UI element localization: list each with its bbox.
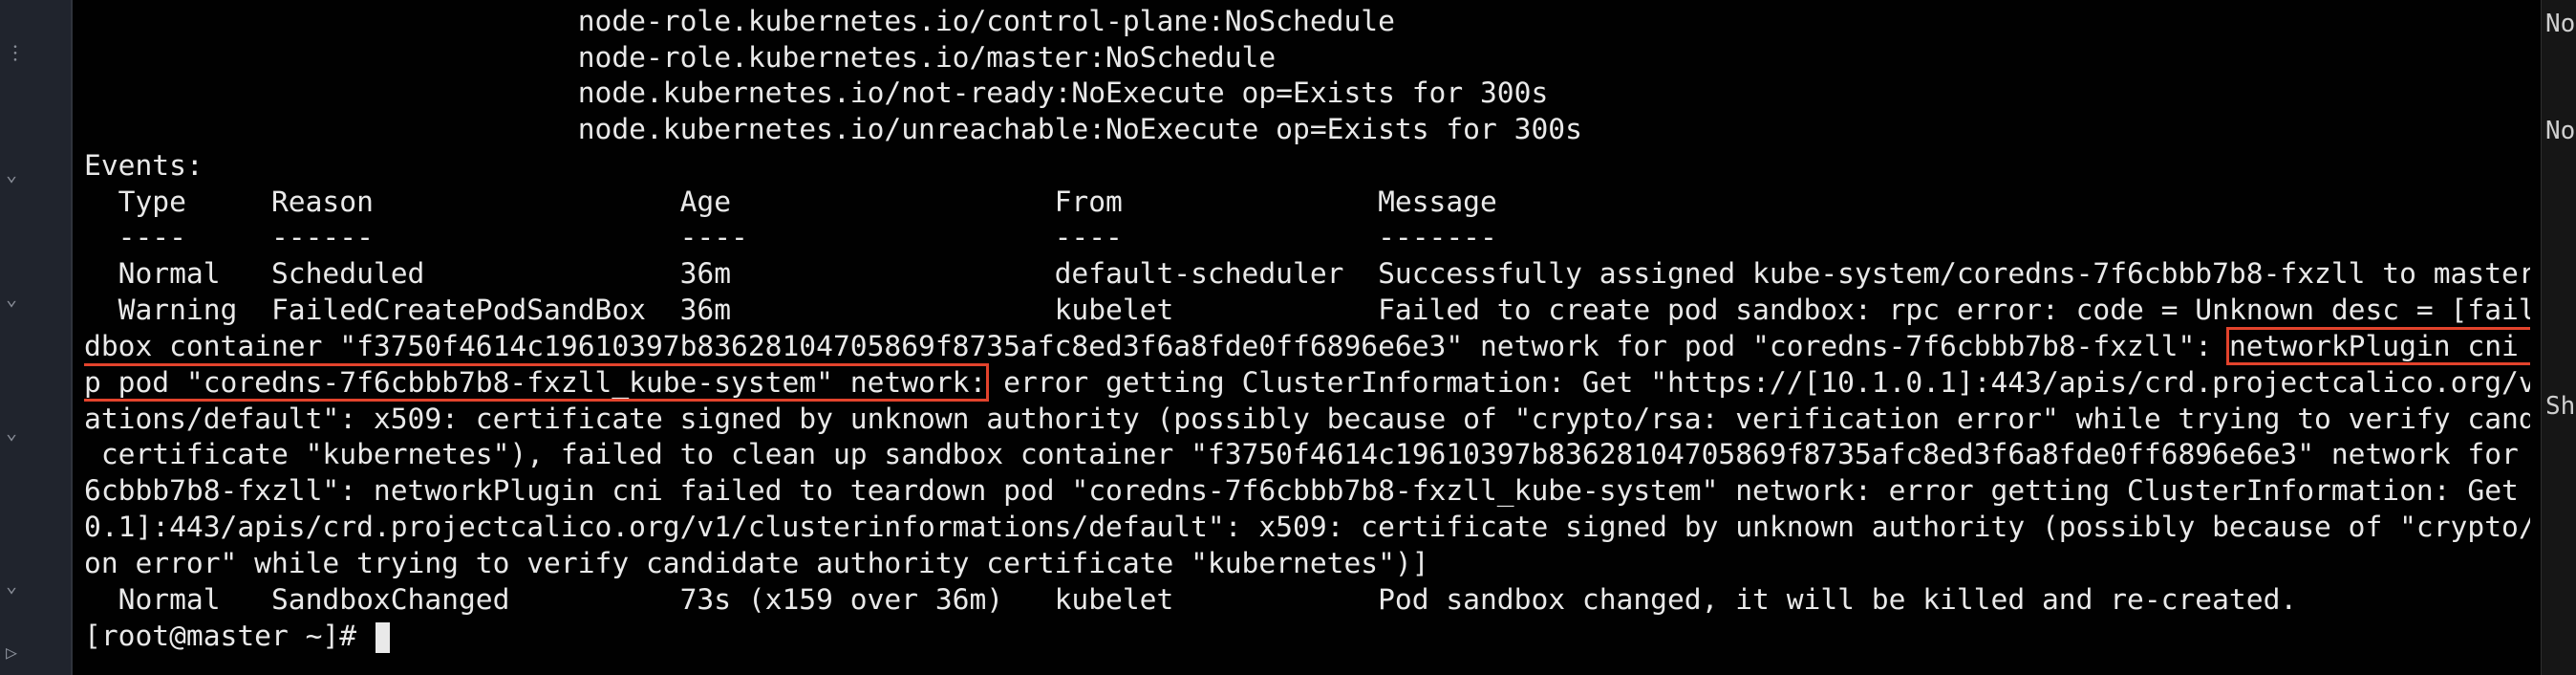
sidebar-glyph-icon: ︙ <box>6 42 25 65</box>
sidebar-glyph-icon: ⌄ <box>6 574 18 597</box>
right-adjacent-pane: No No Sh <box>2541 0 2576 675</box>
taint-line: node-role.kubernetes.io/master:NoSchedul… <box>84 41 1277 74</box>
events-header: Type Reason Age From Message <box>84 185 1497 218</box>
sidebar-glyph-icon: ⌄ <box>6 163 18 185</box>
event-message-wrap: dbox container "f3750f4614c19610397b8362… <box>84 327 2530 365</box>
taint-line: node.kubernetes.io/unreachable:NoExecute… <box>84 113 1582 145</box>
highlight-box: networkPlugin cni failed to set u <box>2225 327 2530 365</box>
event-message-wrap: on error" while trying to verify candida… <box>84 547 1429 579</box>
cursor <box>375 621 390 653</box>
terminal-output[interactable]: node-role.kubernetes.io/control-plane:No… <box>84 0 2530 675</box>
event-message-wrap: ations/default": x509: certificate signe… <box>84 403 2530 435</box>
highlight-box: p pod "coredns-7f6cbbb7b8-fxzll_kube-sys… <box>84 363 990 402</box>
taint-line: node.kubernetes.io/not-ready:NoExecute o… <box>84 76 1549 109</box>
events-label: Events: <box>84 149 204 182</box>
shell-prompt[interactable]: [root@master ~]# <box>84 619 390 653</box>
event-message-wrap: certificate "kubernetes"), failed to cle… <box>84 438 2530 470</box>
event-row-warning: Warning FailedCreatePodSandBox 36m kubel… <box>118 294 2530 326</box>
event-message-wrap: 0.1]:443/apis/crd.projectcalico.org/v1/c… <box>84 511 2530 543</box>
events-separator: ---- ------ ---- ---- ------- <box>84 221 1497 253</box>
prompt-text: [root@master ~]# <box>84 620 374 652</box>
terminal-window: ︙ ⌄ ⌄ ⌄ ⌄ ▷ node-role.kubernetes.io/cont… <box>0 0 2576 675</box>
wrap-text: dbox container "f3750f4614c19610397b8362… <box>84 330 2229 362</box>
sidebar-glyph-icon: ⌄ <box>6 421 18 444</box>
sidebar-glyph-icon: ⌄ <box>6 287 18 310</box>
sidebar-divider <box>71 0 73 675</box>
pane-fragment: No <box>2545 117 2576 145</box>
sidebar-glyph-icon: ▷ <box>6 641 18 664</box>
event-message-wrap: 6cbbb7b8-fxzll": networkPlugin cni faile… <box>84 474 2530 507</box>
pane-fragment: Sh <box>2545 392 2576 421</box>
event-message-wrap: p pod "coredns-7f6cbbb7b8-fxzll_kube-sys… <box>84 363 2530 402</box>
wrap-text: error getting ClusterInformation: Get "h… <box>1003 366 2530 399</box>
left-sidebar-strip: ︙ ⌄ ⌄ ⌄ ⌄ ▷ <box>0 0 71 675</box>
event-row-normal-scheduled: Normal Scheduled 36m default-scheduler S… <box>84 257 2530 290</box>
taint-line: node-role.kubernetes.io/control-plane:No… <box>84 5 1395 37</box>
pane-fragment: No <box>2545 10 2576 38</box>
event-row-normal-sandbox: Normal SandboxChanged 73s (x159 over 36m… <box>84 583 2298 616</box>
